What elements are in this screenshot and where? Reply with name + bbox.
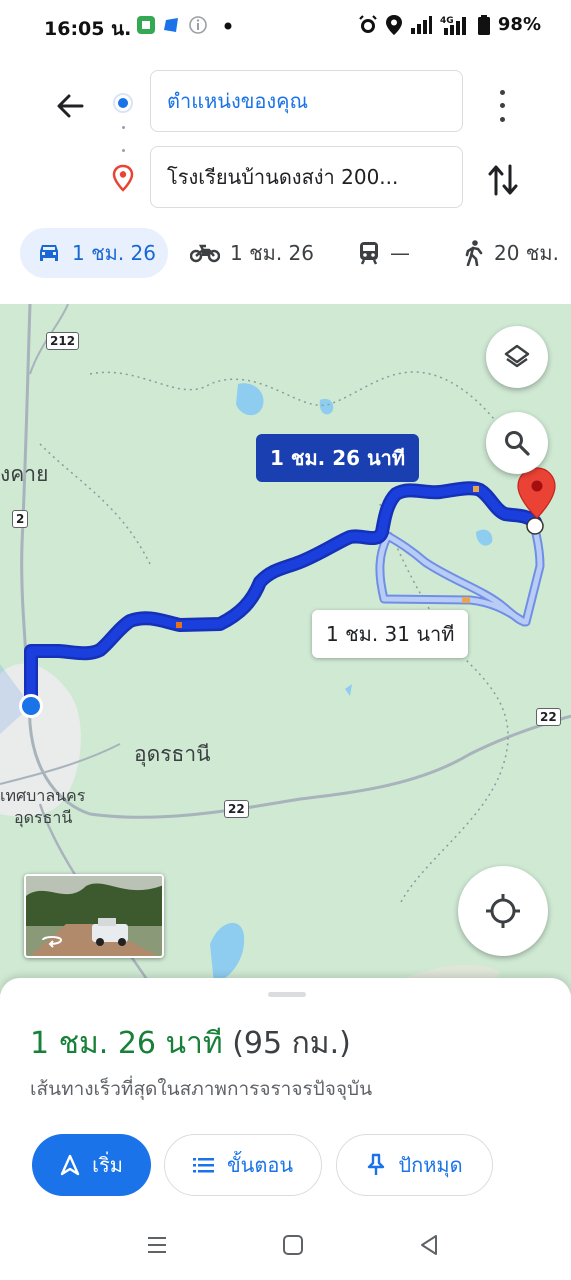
signal-4g-icon: 4G <box>440 16 466 35</box>
svg-text:4G: 4G <box>440 16 454 26</box>
walk-icon <box>465 240 483 266</box>
street-view-thumbnail[interactable] <box>24 874 164 958</box>
layers-button[interactable] <box>486 326 548 388</box>
home-icon[interactable] <box>282 1234 304 1256</box>
back-arrow-icon[interactable] <box>52 88 88 124</box>
more-options-icon[interactable] <box>492 86 512 126</box>
list-icon <box>192 1158 214 1173</box>
pushpin-icon <box>368 1153 385 1175</box>
route-label-fastest[interactable]: 1 ชม. 26 นาที <box>256 434 420 482</box>
motorcycle-icon <box>190 244 220 263</box>
tab-transit[interactable]: — <box>358 228 410 278</box>
rotate-360-icon <box>42 936 63 948</box>
route-summary-title: 1 ชม. 26 นาที (95 กม.) <box>30 1020 351 1067</box>
map-label-municipality-2: อุดรธานี <box>14 808 73 827</box>
location-icon <box>385 14 402 35</box>
directions-header: ตำแหน่งของคุณ โรงเรียนบ้านดงสง่า 200... … <box>0 52 571 304</box>
pin-button-label: ปักหมุด <box>398 1153 463 1177</box>
recent-apps-icon[interactable] <box>146 1234 168 1256</box>
app-notification-icon <box>137 16 155 34</box>
map-label-nong-khai: งคาย <box>0 462 49 486</box>
info-icon <box>189 16 207 34</box>
battery-level: 98% <box>497 14 541 35</box>
crosshair-icon <box>486 894 520 928</box>
swap-icon[interactable] <box>486 160 520 200</box>
tab-walking-label: 20 ชม. <box>494 241 559 265</box>
tab-motorcycle[interactable]: 1 ชม. 26 <box>190 228 314 278</box>
layers-icon <box>504 344 530 368</box>
tab-motorcycle-label: 1 ชม. 26 <box>230 241 315 265</box>
route-duration: 1 ชม. 26 นาที <box>30 1026 223 1061</box>
cloud-notification-icon <box>164 18 178 32</box>
road-shield-212: 212 <box>46 332 80 350</box>
search-icon <box>505 431 530 456</box>
start-button[interactable]: เริ่ม <box>32 1134 151 1196</box>
status-right: 4G 98% <box>358 14 541 35</box>
signal-icon <box>410 15 432 34</box>
road-shield-22-a: 22 <box>224 800 249 818</box>
transit-icon <box>360 242 378 265</box>
steps-button-label: ขั้นตอน <box>226 1153 293 1177</box>
status-bar: 16:05 น. 4G 98% <box>0 0 571 52</box>
road-shield-22-b: 22 <box>536 708 561 726</box>
my-location-button[interactable] <box>458 866 548 956</box>
drag-handle[interactable] <box>268 992 306 997</box>
battery-icon <box>477 14 490 35</box>
start-button-label: เริ่ม <box>92 1153 123 1177</box>
map-label-udon-thani: อุดรธานี <box>134 742 211 766</box>
route-distance: (95 กม.) <box>232 1026 351 1061</box>
destination-field[interactable]: โรงเรียนบ้านดงสง่า 200... <box>150 146 463 208</box>
dot-icon <box>224 22 232 30</box>
origin-field[interactable]: ตำแหน่งของคุณ <box>150 70 463 132</box>
tab-driving-label: 1 ชม. 26 <box>72 241 157 265</box>
status-time: 16:05 น. <box>44 18 132 40</box>
travel-mode-tabs: 1 ชม. 26 1 ชม. 26 — 20 ชม. <box>0 228 571 282</box>
navigation-arrow-icon <box>60 1154 80 1176</box>
system-nav-bar <box>0 1226 571 1266</box>
tab-walking[interactable]: 20 ชม. <box>464 228 559 278</box>
origin-dot-icon <box>113 93 133 113</box>
search-along-route-button[interactable] <box>486 412 548 474</box>
steps-button[interactable]: ขั้นตอน <box>164 1134 322 1196</box>
pin-button[interactable]: ปักหมุด <box>336 1134 493 1196</box>
tab-driving[interactable]: 1 ชม. 26 <box>20 228 168 278</box>
map-view[interactable]: งคาย อุดรธานี เทศบาลนคร อุดรธานี 212 2 2… <box>0 304 571 994</box>
tab-transit-label: — <box>390 241 410 265</box>
route-label-alternative[interactable]: 1 ชม. 31 นาที <box>312 610 469 658</box>
alarm-icon <box>359 14 377 33</box>
road-shield-2: 2 <box>12 510 29 528</box>
destination-pin-icon <box>112 164 134 192</box>
route-description: เส้นทางเร็วที่สุดในสภาพการจราจรปัจจุบัน <box>30 1078 373 1100</box>
back-nav-icon[interactable] <box>418 1234 440 1256</box>
car-icon <box>40 245 58 261</box>
